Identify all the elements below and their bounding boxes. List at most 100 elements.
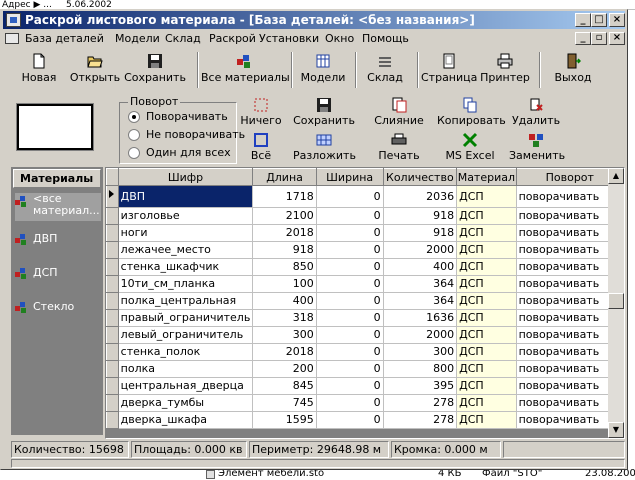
cell-code[interactable]: дверка_шкафа <box>118 411 254 429</box>
panel-save-button[interactable]: Сохранить <box>293 97 355 127</box>
toolbar-new-button[interactable]: Новая <box>13 50 65 90</box>
table-row[interactable]: полка 200 0 800 ДСП поворачивать <box>106 360 624 378</box>
cell-length[interactable]: 1595 <box>252 411 317 429</box>
cell-code[interactable]: ДВП <box>118 185 254 208</box>
cell-material[interactable]: ДСП <box>456 360 517 378</box>
maximize-button[interactable]: □ <box>591 13 607 27</box>
cell-quantity[interactable]: 278 <box>383 394 458 412</box>
toolbar-printer-button[interactable]: Принтер <box>479 50 531 90</box>
column-header-material[interactable]: Материал <box>456 168 517 186</box>
cell-code[interactable]: правый_ограничитель <box>118 309 254 327</box>
cell-quantity[interactable]: 1636 <box>383 309 458 327</box>
rotate-radio[interactable] <box>128 111 140 123</box>
row-indicator[interactable] <box>106 343 119 361</box>
title-bar[interactable]: Раскрой листового материала - [База дета… <box>3 11 625 29</box>
cell-width[interactable]: 0 <box>316 241 384 259</box>
cell-material[interactable]: ДСП <box>456 207 517 225</box>
row-indicator[interactable] <box>106 224 119 242</box>
row-indicator[interactable] <box>106 275 119 293</box>
cell-material[interactable]: ДСП <box>456 326 517 344</box>
menu-warehouse[interactable]: Склад <box>163 30 203 47</box>
row-indicator[interactable] <box>106 309 119 327</box>
toolbar-warehouse-button[interactable]: Склад <box>359 50 411 90</box>
menu-help[interactable]: Помощь <box>360 30 411 47</box>
cell-material[interactable]: ДСП <box>456 309 517 327</box>
child-restore-button[interactable]: ▫ <box>591 32 607 45</box>
cell-width[interactable]: 0 <box>316 377 384 395</box>
child-close-button[interactable]: × <box>609 32 625 45</box>
cell-width[interactable]: 0 <box>316 394 384 412</box>
cell-quantity[interactable]: 918 <box>383 207 458 225</box>
cell-code[interactable]: дверка_тумбы <box>118 394 254 412</box>
column-header-length[interactable]: Длина <box>252 168 317 186</box>
no-rotate-label[interactable]: Не поворачивать <box>146 128 245 141</box>
cell-code[interactable]: левый_ограничитель <box>118 326 254 344</box>
menu-models[interactable]: Модели <box>113 30 162 47</box>
minimize-button[interactable]: _ <box>575 13 591 27</box>
row-indicator[interactable] <box>106 377 119 395</box>
cell-width[interactable]: 0 <box>316 309 384 327</box>
sidebar-item-dvp[interactable]: ДВП <box>15 231 101 247</box>
cell-width[interactable]: 0 <box>316 292 384 310</box>
child-minimize-button[interactable]: _ <box>575 32 591 45</box>
table-row[interactable]: правый_ограничитель 318 0 1636 ДСП поворачива… <box>106 309 624 327</box>
toolbar-models-button[interactable]: Модели <box>297 50 349 90</box>
cell-length[interactable]: 2018 <box>252 343 317 361</box>
table-row[interactable]: стенка_шкафчик 850 0 400 ДСП поворачивать <box>106 258 624 276</box>
cell-code[interactable]: центральная_дверца <box>118 377 254 395</box>
cell-material[interactable]: ДСП <box>456 292 517 310</box>
cell-quantity[interactable]: 2000 <box>383 241 458 259</box>
cell-quantity[interactable]: 364 <box>383 275 458 293</box>
no-rotate-radio[interactable] <box>128 129 140 141</box>
cell-quantity[interactable]: 364 <box>383 292 458 310</box>
replace-button[interactable]: Заменить <box>509 132 565 162</box>
cell-width[interactable]: 0 <box>316 326 384 344</box>
scroll-up-button[interactable]: ▲ <box>608 168 624 184</box>
sidebar-item-dsp[interactable]: ДСП <box>15 265 101 281</box>
toolbar-materials-button[interactable]: Все материалы <box>201 50 290 90</box>
table-row[interactable]: центральная_дверца 845 0 395 ДСП поворачивать <box>106 377 624 395</box>
merge-button[interactable]: Слияние <box>371 97 427 127</box>
table-row[interactable]: стенка_полок 2018 0 300 ДСП поворачивать <box>106 343 624 361</box>
cell-code[interactable]: полка <box>118 360 254 378</box>
cell-length[interactable]: 2018 <box>252 224 317 242</box>
sidebar-item-glass[interactable]: Стекло <box>15 299 101 315</box>
menu-database[interactable]: База деталей <box>23 30 106 47</box>
cell-width[interactable]: 0 <box>316 275 384 293</box>
row-indicator[interactable] <box>106 394 119 412</box>
cell-length[interactable]: 318 <box>252 309 317 327</box>
app-icon[interactable] <box>6 13 21 27</box>
column-header-quantity[interactable]: Количество <box>382 168 458 186</box>
column-header-width[interactable]: Ширина <box>315 168 384 186</box>
close-button[interactable]: × <box>609 13 625 27</box>
table-row[interactable]: ДВП 1718 0 2036 ДСП поворачивать <box>106 185 624 208</box>
cell-length[interactable]: 918 <box>252 241 317 259</box>
table-row[interactable]: изголовье 2100 0 918 ДСП поворачивать <box>106 207 624 225</box>
cell-width[interactable]: 0 <box>316 360 384 378</box>
scroll-down-button[interactable]: ▼ <box>608 422 624 438</box>
cell-length[interactable]: 200 <box>252 360 317 378</box>
cell-material[interactable]: ДСП <box>456 224 517 242</box>
cell-quantity[interactable]: 800 <box>383 360 458 378</box>
toolbar-exit-button[interactable]: Выход <box>547 50 599 90</box>
cell-length[interactable]: 745 <box>252 394 317 412</box>
row-indicator[interactable] <box>106 241 119 259</box>
current-row-indicator[interactable] <box>106 185 119 208</box>
cell-material[interactable]: ДСП <box>456 185 517 208</box>
table-row[interactable]: ноги 2018 0 918 ДСП поворачивать <box>106 224 624 242</box>
cell-length[interactable]: 850 <box>252 258 317 276</box>
nothing-button[interactable]: Ничего <box>239 97 283 127</box>
cell-material[interactable]: ДСП <box>456 377 517 395</box>
toolbar-open-button[interactable]: Открыть <box>69 50 121 90</box>
cell-width[interactable]: 0 <box>316 207 384 225</box>
cell-material[interactable]: ДСП <box>456 275 517 293</box>
row-indicator[interactable] <box>106 411 119 429</box>
one-for-all-radio[interactable] <box>128 147 140 159</box>
cell-quantity[interactable]: 300 <box>383 343 458 361</box>
cell-width[interactable]: 0 <box>316 224 384 242</box>
cell-material[interactable]: ДСП <box>456 394 517 412</box>
copy-button[interactable]: Копировать <box>437 97 506 127</box>
delete-button[interactable]: Удалить <box>509 97 563 127</box>
cell-quantity[interactable]: 2000 <box>383 326 458 344</box>
cell-length[interactable]: 100 <box>252 275 317 293</box>
